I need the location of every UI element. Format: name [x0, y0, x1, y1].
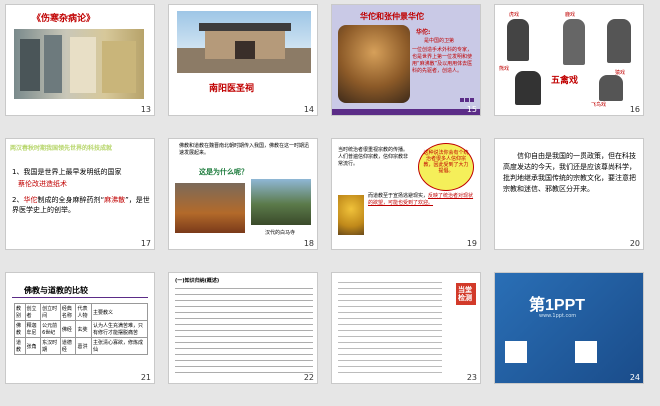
description: 一位创造手术外科的专家，也是世界上第一位发明和使用“麻沸散”及以用用体去医科的先…: [412, 47, 473, 74]
point-2-drug: 麻沸散: [104, 196, 126, 204]
table-header-row: 教别 创立者 创立时间 经典名称 代表人物 主要教义: [14, 303, 148, 321]
person-name: 华佗:: [416, 29, 431, 36]
speech-bubble: 这种说法你会有个统治者很多人信仰宗教，因此受到了大力提倡。: [418, 143, 474, 191]
comparison-table: 教别 创立者 创立时间 经典名称 代表人物 主要教义 佛教 释迦牟尼 公元前6世…: [14, 303, 148, 355]
table-cell: 认为人生充满苦难，只有修行才能摆脱痛苦: [91, 320, 148, 338]
slide-thumbnail-14[interactable]: 南阳医圣祠 14: [168, 4, 318, 116]
slide-title: 《伤寒杂病论》: [32, 14, 96, 24]
brand-url: www.1ppt.com: [539, 313, 577, 319]
slide-heading: (一)知识归纳(概述): [175, 278, 220, 284]
slide-thumbnail-16[interactable]: 虎戏 鹿戏 熊戏 猿戏 飞鸟戏 五禽戏 16: [494, 4, 644, 116]
slide-thumbnail-17[interactable]: 两汉春秋时期我国领先世界的科技成就 1、我国是世界上最早发明纸的国家 蔡伦改进造…: [5, 138, 155, 250]
header-cell: 代表人物: [75, 303, 93, 321]
slide-caption: 南阳医圣祠: [209, 84, 255, 94]
figure-label-2: 鹿戏: [565, 12, 576, 18]
slide-thumbnail-24[interactable]: 第1PPT www.1ppt.com 24: [494, 272, 644, 384]
slide-number: 24: [629, 373, 640, 382]
slide-header: 两汉春秋时期我国领先世界的科技成就: [10, 145, 113, 152]
slide-thumbnail-22[interactable]: (一)知识归纳(概述) 22: [168, 272, 318, 384]
temple-photo: [251, 179, 311, 225]
slide-thumbnail-23[interactable]: 当堂检测 23: [331, 272, 481, 384]
dense-text-block: [175, 285, 313, 375]
slide-thumbnail-18[interactable]: 佛教和道教在魏晋南北朝时期传入我国，佛教在这一时期迅速发展起来。 这是为什么呢？…: [168, 138, 318, 250]
hua-tuo-portrait: [338, 25, 410, 103]
header-cell: 创立者: [24, 303, 42, 321]
footer-bar: [332, 109, 480, 115]
header-cell: 创立时间: [40, 303, 61, 321]
monks-photo: [175, 183, 245, 233]
slide-title: 佛教与道教的比较: [24, 286, 88, 295]
table-row: 道教 张角 东汉时期 道德经 葛洪 主张清心寡欲，修炼成仙: [14, 337, 148, 355]
table-cell: 公元前6世纪: [40, 320, 61, 338]
table-cell: 道教: [14, 337, 26, 355]
slide-number: 18: [303, 239, 314, 248]
brand-logo: 第1PPT: [529, 297, 586, 314]
point-1: 1、我国是世界上最早发明纸的国家: [12, 168, 122, 176]
slide-thumbnail-21[interactable]: 佛教与道教的比较 教别 创立者 创立时间 经典名称 代表人物 主要教义 佛教 释…: [5, 272, 155, 384]
quiz-tag: 当堂检测: [456, 283, 476, 305]
slide-number: 17: [140, 239, 151, 248]
figure-3: [607, 19, 631, 63]
point-2-name: 华佗: [23, 196, 38, 204]
figure-label-4: 熊戏: [499, 66, 510, 72]
figure-label-1: 虎戏: [509, 12, 520, 18]
slide-number: 13: [140, 105, 151, 114]
paragraph-1: 当时统治者很重视宗教的传播。人们普遍信仰宗教，信仰宗教非常流行。: [338, 147, 409, 167]
figure-label-6: 飞鸟戏: [591, 102, 607, 108]
table-cell: 张角: [24, 337, 42, 355]
slide-number: 15: [466, 105, 477, 114]
intro-text: 佛教和道教在魏晋南北朝时期传入我国，佛教在这一时期迅速发展起来。: [179, 143, 310, 156]
figure-4: [515, 71, 541, 105]
figure-2: [563, 19, 585, 65]
figure-1: [507, 19, 529, 61]
temple-gate-image: [177, 11, 311, 73]
table-cell: 主张清心寡欲，修炼成仙: [91, 337, 148, 355]
line-1: 是中国的卫第: [424, 38, 455, 44]
slide-number: 19: [466, 239, 477, 248]
ancient-book-image: [14, 29, 144, 99]
point-1-highlight: 蔡伦改进造纸术: [18, 180, 67, 188]
qr-code-right: [575, 341, 597, 363]
question-text: 这是为什么呢？: [199, 168, 248, 176]
five-animal-exercise-title: 五禽戏: [551, 76, 579, 86]
paragraph-2a: 而道教至于宣扬: [368, 193, 404, 199]
figure-5: [599, 75, 623, 101]
point-2-prefix: 2、: [12, 196, 24, 204]
title-underline: [12, 297, 148, 298]
paragraph-2b: 逃避现实，: [403, 193, 429, 199]
body-text: 信仰自由是我国的一贯政策，但在科技高度发达的今天，我们还是应该尊尚科学，批判地继…: [503, 152, 636, 193]
table-cell: 释迦牟尼: [24, 320, 42, 338]
header-cell: 经典名称: [59, 303, 77, 321]
table-cell: 东汉时期: [40, 337, 61, 355]
table-cell: 玄奘: [75, 320, 93, 338]
slide-title: 华佗和张仲景华佗: [360, 12, 424, 21]
table-row: 佛教 释迦牟尼 公元前6世纪 佛经 玄奘 认为人生充满苦难，只有修行才能摆脱痛苦: [14, 320, 148, 338]
slide-number: 16: [629, 105, 640, 114]
header-cell: 主要教义: [91, 303, 148, 321]
slide-number: 22: [303, 373, 314, 382]
slide-thumbnail-13[interactable]: 《伤寒杂病论》 13: [5, 4, 155, 116]
header-cell: 教别: [14, 303, 26, 321]
tree-image: [338, 195, 364, 235]
table-cell: 佛教: [14, 320, 26, 338]
table-cell: 佛经: [59, 320, 77, 338]
slide-number: 20: [629, 239, 640, 248]
table-cell: 道德经: [59, 337, 77, 355]
slide-number: 23: [466, 373, 477, 382]
slide-number: 14: [303, 105, 314, 114]
slide-thumbnail-19[interactable]: 当时统治者很重视宗教的传播。人们普遍信仰宗教，信仰宗教非常流行。 这种说法你会有…: [331, 138, 481, 250]
slide-thumbnail-15[interactable]: 华佗和张仲景华佗 华佗: 是中国的卫第 一位创造手术外科的专家，也是世界上第一位…: [331, 4, 481, 116]
table-cell: 葛洪: [75, 337, 93, 355]
point-2-mid: 制成的全身麻醉药剂“: [37, 196, 105, 204]
slide-number: 21: [140, 373, 151, 382]
qr-code-left: [505, 341, 527, 363]
photo-caption: 汉代的白马寺: [265, 230, 296, 236]
slide-thumbnail-20[interactable]: 信仰自由是我国的一贯政策，但在科技高度发达的今天，我们还是应该尊尚科学，批判地继…: [494, 138, 644, 250]
quiz-text-block: [338, 279, 442, 375]
